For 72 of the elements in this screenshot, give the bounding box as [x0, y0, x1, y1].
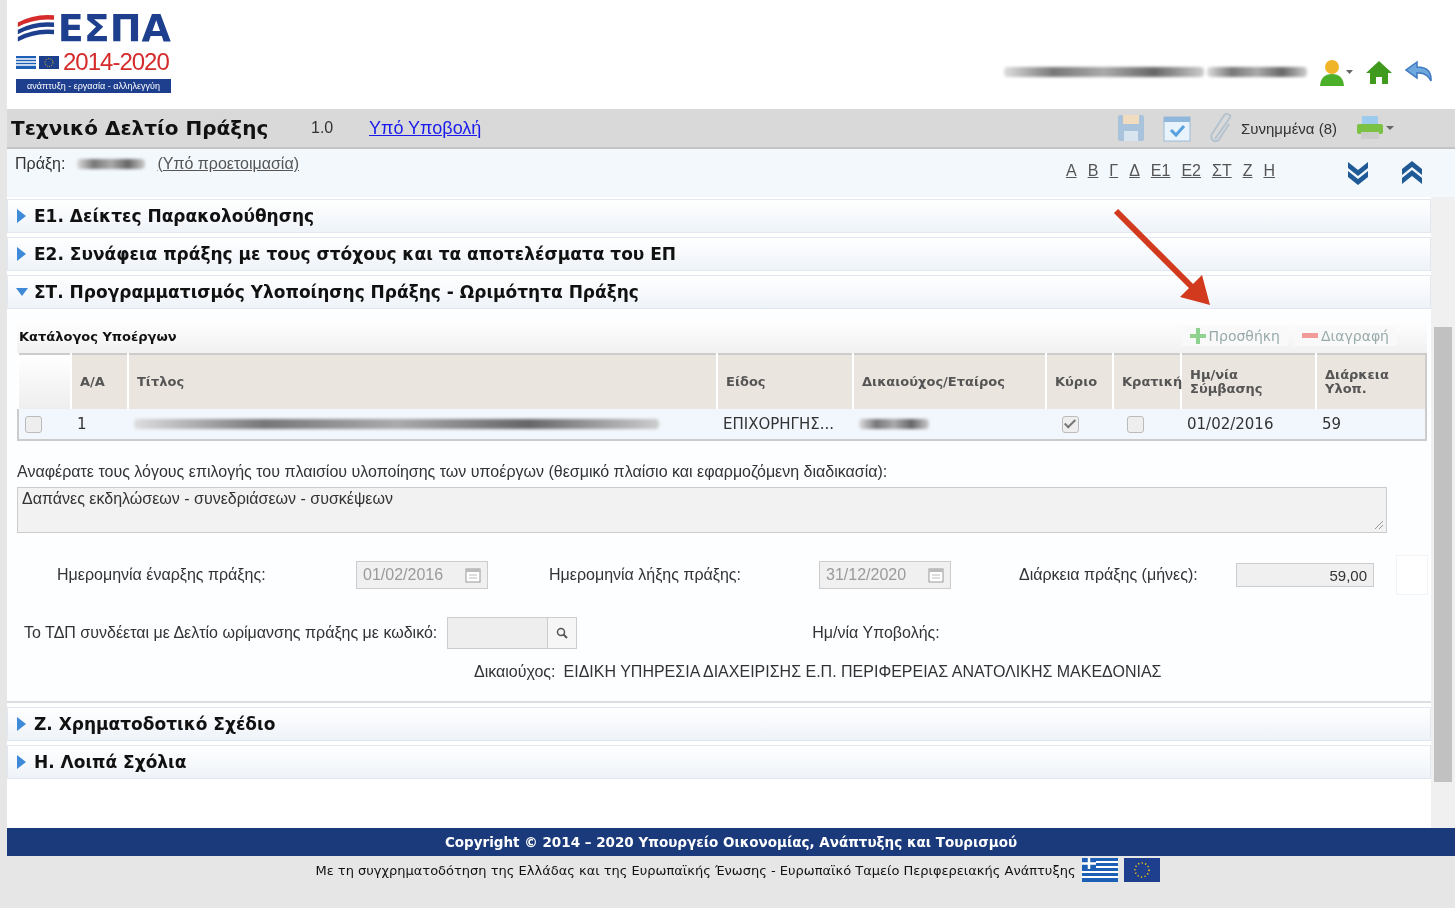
- section-link[interactable]: Η: [1263, 162, 1275, 180]
- triangle-right-icon: [16, 247, 28, 261]
- section-link[interactable]: Ε2: [1181, 162, 1201, 180]
- collapse-all-icon[interactable]: [1399, 159, 1425, 185]
- section-link[interactable]: Ζ: [1242, 162, 1253, 180]
- eu-flag-icon: [1123, 858, 1160, 882]
- status-link[interactable]: (Υπό προετοιμασία): [157, 155, 299, 173]
- calendar-check-icon[interactable]: [1163, 114, 1192, 142]
- section-header[interactable]: Ε1. Δείκτες Παρακολούθησης: [7, 199, 1431, 233]
- field-label: Ημερομηνία λήξης πράξης:: [549, 566, 742, 584]
- redacted-text: [859, 419, 929, 429]
- list-title: Κατάλογος Υποέργων: [19, 328, 177, 344]
- field-label: Ημ/νία Υποβολής:: [812, 624, 940, 642]
- logo-text: ΕΣΠΑ: [57, 8, 171, 48]
- triangle-right-icon: [16, 717, 28, 731]
- field-value: ΕΙΔΙΚΗ ΥΠΗΡΕΣΙΑ ΔΙΑΧΕΙΡΙΣΗΣ Ε.Π. ΠΕΡΙΦΕΡΕΙΑΣ ΑΝΑΤΟΛΙΚΗΣ ΜΑΚΕΔΟΝΙΑΣ: [563, 663, 1162, 681]
- table-cell: 1: [71, 409, 128, 440]
- status-link[interactable]: Υπό Υποβολή: [369, 117, 482, 139]
- version-number: 1.0: [311, 119, 335, 137]
- plus-icon: [1189, 328, 1206, 344]
- field-label: Αναφέρατε τους λόγους επιλογής του πλαισίου υλοποίησης των υποέργων (θεσμικό πλαίσιο και εφαρμοζόμενη διαδικασία):: [17, 463, 889, 481]
- section-link[interactable]: Ε1: [1150, 162, 1171, 180]
- printer-icon[interactable]: [1355, 115, 1395, 141]
- search-field[interactable]: [447, 617, 578, 649]
- column-header[interactable]: Διάρκεια Υλοπ.: [1316, 354, 1426, 409]
- flags-icon: [16, 55, 60, 69]
- field-label: Πράξη:: [15, 155, 66, 173]
- triangle-right-icon: [16, 209, 28, 223]
- section-link[interactable]: Α: [1066, 162, 1077, 180]
- redacted-text: [77, 159, 146, 169]
- table-cell: ΕΠΙΧΟΡΗΓΗΣ...: [717, 409, 853, 440]
- field-label: Διάρκεια πράξης (μήνες):: [1019, 566, 1199, 584]
- section-link[interactable]: Δ: [1129, 162, 1140, 180]
- search-icon: [556, 627, 569, 639]
- column-header[interactable]: Α/Α: [71, 354, 128, 409]
- section-header[interactable]: Ζ. Χρηματοδοτικό Σχέδιο: [7, 707, 1431, 741]
- attachments-button[interactable]: Συνημμένα (8): [1209, 113, 1337, 143]
- copyright-text: Copyright © 2014 – 2020 Υπουργείο Οικονομίας, Ανάπτυξης και Τουρισμού: [7, 828, 1455, 856]
- logo-years: 2014-2020: [63, 48, 169, 76]
- table-cell: 01/02/2016: [1181, 409, 1316, 440]
- field-label: Ημερομηνία έναρξης πράξης:: [57, 566, 267, 584]
- save-icon[interactable]: [1117, 114, 1146, 142]
- table-cell: 59: [1316, 409, 1426, 440]
- column-header[interactable]: Ημ/νία Σύμβασης: [1181, 354, 1316, 409]
- column-header[interactable]: Τίτλος: [128, 354, 717, 409]
- checkbox[interactable]: [25, 416, 42, 433]
- user-icon[interactable]: [1319, 58, 1353, 86]
- resize-handle-icon: [1374, 520, 1384, 530]
- column-header[interactable]: Κύριο: [1046, 354, 1113, 409]
- page-title: Τεχνικό Δελτίο Πράξης: [11, 116, 270, 140]
- number-field[interactable]: 59,00: [1236, 563, 1374, 587]
- column-header[interactable]: Κρατική: [1113, 354, 1181, 409]
- home-icon[interactable]: [1365, 59, 1393, 85]
- triangle-right-icon: [16, 755, 28, 769]
- section-header[interactable]: ΣΤ. Προγραμματισμός Υλοποίησης Πράξης - Ωριμότητα Πράξης: [7, 275, 1431, 309]
- scrollbar[interactable]: [1431, 197, 1455, 828]
- section-header[interactable]: Ε2. Συνάφεια πράξης με τους στόχους και τα αποτελέσματα του ΕΠ: [7, 237, 1431, 271]
- column-header[interactable]: Δικαιούχος/Εταίρος: [853, 354, 1046, 409]
- calendar-icon: [465, 567, 481, 583]
- section-link[interactable]: ΣΤ: [1212, 162, 1232, 180]
- field-label: Το ΤΔΠ συνδέεται με Δελτίο ωρίμανσης πράξης με κωδικό:: [24, 624, 438, 642]
- section-link[interactable]: Γ: [1109, 162, 1119, 180]
- cofunding-text: Με τη συγχρηματοδότηση της Ελλάδας και της Ευρωπαϊκής Ένωσης - Ευρωπαϊκό Ταμείο Περιφερειακής Ανάπτυξης: [315, 862, 1076, 878]
- text-area[interactable]: Δαπάνες εκδηλώσεων - συνεδριάσεων - συσκέψεων: [17, 487, 1387, 533]
- logo-slogan: ανάπτυξη - εργασία - αλληλεγγύη: [16, 79, 171, 93]
- expand-all-icon[interactable]: [1345, 159, 1371, 185]
- section-header[interactable]: Η. Λοιπά Σχόλια: [7, 745, 1431, 779]
- calendar-icon: [928, 567, 944, 583]
- column-header[interactable]: Είδος: [717, 354, 853, 409]
- greek-flag-icon: [1081, 858, 1118, 882]
- field-label: Δικαιούχος:: [474, 663, 556, 681]
- section-link[interactable]: Β: [1087, 162, 1099, 180]
